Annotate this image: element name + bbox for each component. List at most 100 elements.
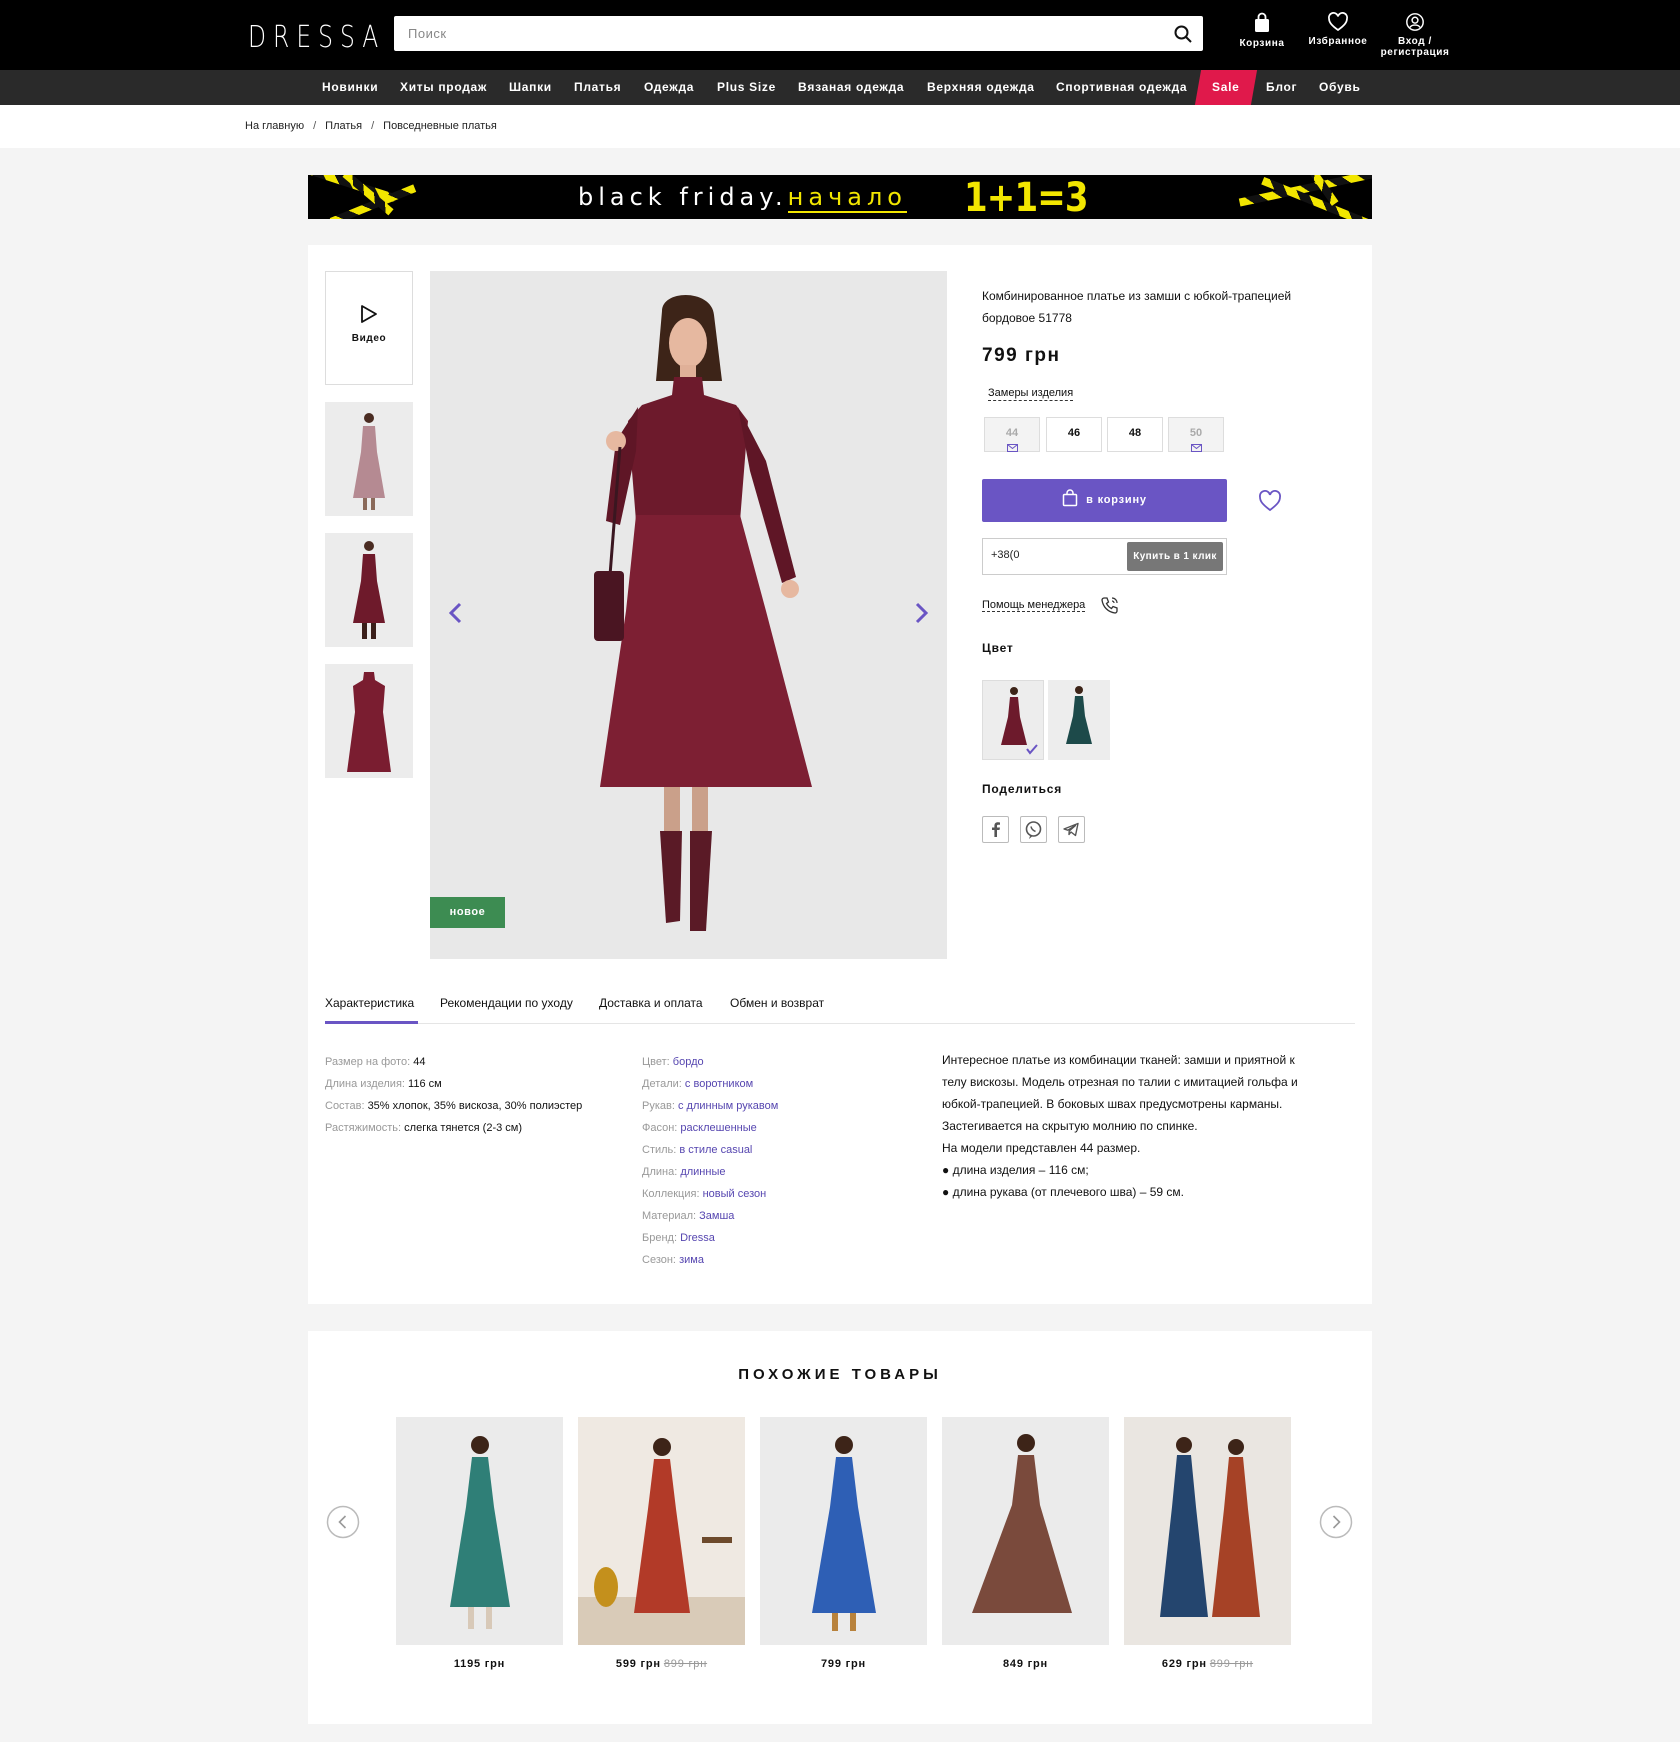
similar-product-price: 599 грн 899 грн [578, 1658, 745, 1670]
manager-help-link[interactable]: Помощь менеджера [982, 599, 1086, 612]
thumbnail-image [325, 402, 413, 516]
nav-item-sportswear[interactable]: Спортивная одежда [1056, 70, 1187, 105]
nav-item-sale[interactable]: Sale [1194, 70, 1257, 105]
search-bar [394, 16, 1203, 51]
price-old: 899 грн [663, 1658, 708, 1670]
search-icon[interactable] [1173, 24, 1193, 44]
similar-product-price: 849 грн [942, 1658, 1109, 1670]
tab-characteristics[interactable]: Характеристика [325, 996, 414, 1010]
size-option-46[interactable]: 46 [1046, 417, 1102, 452]
nav-item-dresses[interactable]: Платья [574, 70, 621, 105]
spec-key: Длина изделия: [325, 1078, 405, 1090]
nav-item-blog[interactable]: Блог [1266, 70, 1297, 105]
spec-link[interactable]: длинные [680, 1166, 725, 1178]
spec-link[interactable]: Dressa [680, 1232, 715, 1244]
gallery-thumbnail[interactable] [325, 664, 413, 778]
telegram-share-button[interactable] [1058, 816, 1085, 843]
breadcrumb-bar: На главную / Платья / Повседневные платья [0, 105, 1680, 148]
size-chart-link[interactable]: Замеры изделия [988, 387, 1074, 401]
login-link[interactable]: Вход / регистрация [1378, 12, 1452, 58]
size-label: 46 [1067, 427, 1081, 439]
breadcrumb-separator: / [371, 120, 375, 132]
spec-row: Материал: Замша [642, 1210, 734, 1222]
spec-key: Коллекция: [642, 1188, 700, 1200]
spec-link[interactable]: Замша [699, 1210, 734, 1222]
spec-link[interactable]: зима [679, 1254, 704, 1266]
carousel-next-icon[interactable] [1319, 1505, 1353, 1539]
viber-share-button[interactable] [1020, 816, 1047, 843]
color-swatch-green[interactable] [1048, 680, 1110, 760]
next-photo-arrow-icon[interactable] [909, 601, 933, 625]
breadcrumb-home[interactable]: На главную [245, 120, 304, 132]
similar-product-card[interactable]: 849 грн [942, 1417, 1109, 1670]
size-label: 44 [1005, 427, 1019, 439]
cart-link[interactable]: Корзина [1236, 12, 1288, 49]
phone-icon[interactable] [1100, 595, 1120, 615]
nav-item-outerwear[interactable]: Верхняя одежда [927, 70, 1035, 105]
add-to-favorites-heart-icon[interactable] [1258, 490, 1282, 512]
product-thumbnail [1124, 1417, 1291, 1645]
spec-key: Рукав: [642, 1100, 675, 1112]
similar-product-image[interactable] [578, 1417, 745, 1645]
favorites-link[interactable]: Избранное [1306, 12, 1370, 47]
color-swatch-burgundy[interactable] [982, 680, 1044, 760]
similar-product-card[interactable]: 599 грн 899 грн [578, 1417, 745, 1670]
breadcrumb-dresses[interactable]: Платья [325, 120, 362, 132]
similar-product-image[interactable] [942, 1417, 1109, 1645]
spec-link[interactable]: расклешенные [680, 1122, 756, 1134]
carousel-prev-icon[interactable] [326, 1505, 360, 1539]
spec-link[interactable]: бордо [673, 1056, 704, 1068]
tab-care[interactable]: Рекомендации по уходу [440, 996, 573, 1010]
spec-link[interactable]: в стиле casual [679, 1144, 752, 1156]
buy-one-click-button[interactable]: Купить в 1 клик [1127, 542, 1223, 571]
main-product-photo[interactable]: новое [430, 271, 947, 959]
logo[interactable]: DRESSA [248, 20, 385, 55]
spec-link[interactable]: с воротником [685, 1078, 753, 1090]
tab-delivery[interactable]: Доставка и оплата [599, 996, 703, 1010]
similar-product-image[interactable] [1124, 1417, 1291, 1645]
video-label: Видео [351, 333, 387, 344]
nav-item-hats[interactable]: Шапки [509, 70, 552, 105]
spec-key: Состав: [325, 1100, 365, 1112]
similar-product-card[interactable]: 799 грн [760, 1417, 927, 1670]
video-thumbnail[interactable]: Видео [325, 271, 413, 385]
search-input[interactable] [394, 16, 1154, 51]
nav-item-clothing[interactable]: Одежда [644, 70, 694, 105]
similar-product-image[interactable] [760, 1417, 927, 1645]
similar-product-card[interactable]: 1195 грн [396, 1417, 563, 1670]
size-option-44[interactable]: 44 [984, 417, 1040, 452]
product-price: 799 грн [982, 345, 1061, 366]
nav-item-plus-size[interactable]: Plus Size [717, 70, 776, 105]
facebook-icon [992, 822, 1000, 837]
gallery-thumbnail[interactable] [325, 533, 413, 647]
spec-row: Бренд: Dressa [642, 1232, 715, 1244]
spec-key: Растяжимость: [325, 1122, 402, 1134]
thumbnail-image [325, 533, 413, 647]
tab-returns[interactable]: Обмен и возврат [730, 996, 824, 1010]
description-bullet: ● длина изделия – 116 см; [942, 1163, 1089, 1177]
nav-item-knitwear[interactable]: Вязаная одежда [798, 70, 904, 105]
active-tab-indicator [325, 1021, 418, 1024]
thumbnail-image [325, 664, 413, 778]
facebook-share-button[interactable] [982, 816, 1009, 843]
spec-key: Бренд: [642, 1232, 678, 1244]
nav-item-bestsellers[interactable]: Хиты продаж [400, 70, 487, 105]
spec-link[interactable]: с длинным рукавом [678, 1100, 778, 1112]
spec-row: Стиль: в стиле casual [642, 1144, 752, 1156]
nav-item-shoes[interactable]: Обувь [1319, 70, 1361, 105]
black-friday-banner[interactable]: black friday.начало 1+1=3 [308, 175, 1372, 219]
description-line: На модели представлен 44 размер. [942, 1141, 1141, 1155]
heart-icon [1328, 12, 1348, 32]
similar-product-image[interactable] [396, 1417, 563, 1645]
similar-product-card[interactable]: 629 грн 899 грн [1124, 1417, 1291, 1670]
add-to-cart-button[interactable]: в корзину [982, 479, 1227, 522]
nav-item-new[interactable]: Новинки [322, 70, 378, 105]
size-option-48[interactable]: 48 [1107, 417, 1163, 452]
gallery-thumbnail[interactable] [325, 402, 413, 516]
phone-input[interactable] [991, 549, 1111, 561]
prev-photo-arrow-icon[interactable] [444, 601, 468, 625]
similar-title: ПОХОЖИЕ ТОВАРЫ [738, 1366, 942, 1383]
spec-key: Детали: [642, 1078, 682, 1090]
size-option-50[interactable]: 50 [1168, 417, 1224, 452]
spec-link[interactable]: новый сезон [703, 1188, 767, 1200]
